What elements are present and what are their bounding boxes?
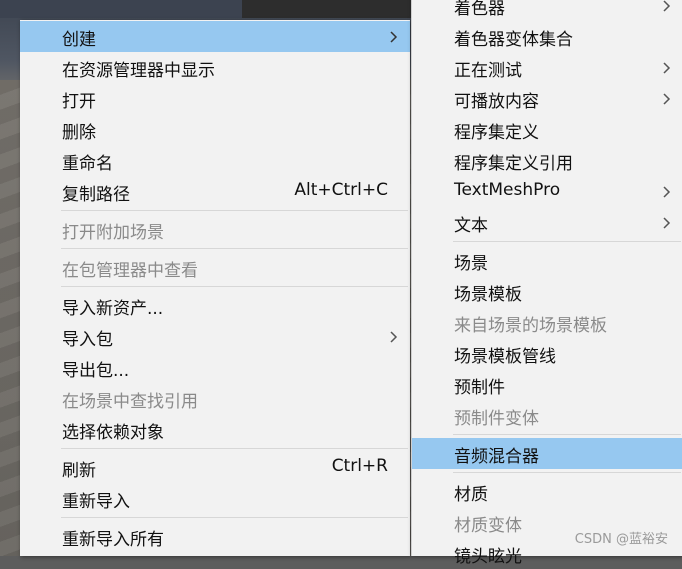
menu-item-label: 重新导入所有 [62, 530, 164, 550]
context-menu: 创建 在资源管理器中显示 打开 删除 重命名 复制路径 Alt+Ctrl+C 打… [20, 20, 410, 556]
menu-item-refresh[interactable]: 刷新 Ctrl+R [20, 452, 410, 483]
menu-item-label: 材质变体 [454, 516, 522, 536]
submenu-item-scene-template-pipeline[interactable]: 场景模板管线 [412, 338, 682, 369]
submenu-item-text[interactable]: 文本 [412, 207, 682, 238]
scene-toolbar-strip [0, 0, 242, 18]
menu-item-label: 文本 [454, 216, 488, 236]
menu-item-label: 在资源管理器中显示 [62, 61, 215, 81]
menu-item-label: 删除 [62, 123, 96, 143]
menu-item-label: 可播放内容 [454, 92, 539, 112]
menu-separator [453, 472, 681, 473]
menu-item-label: 导入包 [62, 330, 113, 350]
menu-item-label: 在包管理器中查看 [62, 261, 198, 281]
submenu-item-scene-template-from-scene[interactable]: 来自场景的场景模板 [412, 307, 682, 338]
watermark-text: CSDN @蓝裕安 [574, 532, 668, 547]
submenu-item-shader-variant-collection[interactable]: 着色器变体集合 [412, 21, 682, 52]
menu-separator [61, 448, 408, 449]
menu-separator [61, 517, 408, 518]
submenu-item-scene[interactable]: 场景 [412, 245, 682, 276]
menu-item-label: 材质 [454, 485, 488, 505]
submenu-item-playables[interactable]: 可播放内容 [412, 83, 682, 114]
menu-item-open-additive-scene[interactable]: 打开附加场景 [20, 214, 410, 245]
submenu-item-textmeshpro[interactable]: TextMeshPro [412, 176, 682, 207]
chevron-right-icon [659, 185, 673, 199]
menu-separator [453, 241, 681, 242]
menu-item-label: 程序集定义 [454, 123, 539, 143]
chevron-right-icon [659, 61, 673, 75]
submenu-item-scene-template[interactable]: 场景模板 [412, 276, 682, 307]
scene-toolbar-strip-dark [242, 0, 422, 18]
menu-item-label: 预制件 [454, 378, 505, 398]
menu-item-label: 打开附加场景 [62, 223, 164, 243]
submenu-item-prefab-variant[interactable]: 预制件变体 [412, 400, 682, 431]
menu-item-select-dependencies[interactable]: 选择依赖对象 [20, 414, 410, 445]
menu-item-create[interactable]: 创建 [20, 21, 410, 52]
submenu-item-prefab[interactable]: 预制件 [412, 369, 682, 400]
menu-item-label: 重命名 [62, 154, 113, 174]
menu-item-label: 场景模板 [454, 285, 522, 305]
menu-item-label: 预制件变体 [454, 409, 539, 429]
menu-item-copy-path[interactable]: 复制路径 Alt+Ctrl+C [20, 176, 410, 207]
menu-item-label: 在场景中查找引用 [62, 392, 198, 412]
menu-item-import-new-asset[interactable]: 导入新资产... [20, 290, 410, 321]
menu-item-label: 创建 [62, 30, 96, 50]
menu-item-view-in-package-manager[interactable]: 在包管理器中查看 [20, 252, 410, 283]
menu-item-label: 重新导入 [62, 492, 130, 512]
menu-separator [453, 434, 681, 435]
menu-separator [61, 286, 408, 287]
shortcut-label: Ctrl+R [331, 456, 388, 476]
chevron-right-icon [659, 92, 673, 106]
submenu-item-material[interactable]: 材质 [412, 476, 682, 507]
menu-item-reimport[interactable]: 重新导入 [20, 483, 410, 514]
menu-item-label: TextMeshPro [454, 180, 561, 200]
menu-item-label: 着色器 [454, 0, 505, 19]
menu-item-label: 正在测试 [454, 61, 522, 81]
menu-separator [61, 210, 408, 211]
menu-item-label: 镜头眩光 [454, 547, 522, 567]
submenu-item-shader[interactable]: 着色器 [412, 0, 682, 21]
menu-item-label: 音频混合器 [454, 447, 539, 467]
menu-item-label: 导入新资产... [62, 299, 164, 319]
submenu-item-assembly-definition[interactable]: 程序集定义 [412, 114, 682, 145]
menu-item-label: 着色器变体集合 [454, 30, 573, 50]
menu-item-label: 来自场景的场景模板 [454, 316, 607, 336]
menu-item-label: 选择依赖对象 [62, 423, 164, 443]
submenu-item-testing[interactable]: 正在测试 [412, 52, 682, 83]
menu-item-label: 导出包... [62, 361, 130, 381]
menu-item-label: 刷新 [62, 461, 96, 481]
menu-item-rename[interactable]: 重命名 [20, 145, 410, 176]
menu-item-find-references-in-scene[interactable]: 在场景中查找引用 [20, 383, 410, 414]
menu-item-export-package[interactable]: 导出包... [20, 352, 410, 383]
menu-separator [61, 248, 408, 249]
create-submenu: 着色器 着色器变体集合 正在测试 可播放内容 程序集定义 程序集定义引用 Tex… [411, 0, 682, 567]
shortcut-label: Alt+Ctrl+C [294, 180, 388, 200]
chevron-right-icon [386, 30, 400, 44]
menu-item-show-in-explorer[interactable]: 在资源管理器中显示 [20, 52, 410, 83]
submenu-item-assembly-definition-reference[interactable]: 程序集定义引用 [412, 145, 682, 176]
submenu-item-audio-mixer[interactable]: 音频混合器 [412, 438, 682, 469]
menu-item-import-package[interactable]: 导入包 [20, 321, 410, 352]
menu-item-label: 场景模板管线 [454, 347, 556, 367]
chevron-right-icon [659, 0, 673, 13]
menu-item-open[interactable]: 打开 [20, 83, 410, 114]
chevron-right-icon [659, 216, 673, 230]
menu-item-reimport-all[interactable]: 重新导入所有 [20, 521, 410, 552]
menu-item-label: 复制路径 [62, 185, 130, 205]
menu-item-label: 打开 [62, 92, 96, 112]
menu-item-label: 程序集定义引用 [454, 154, 573, 174]
menu-item-delete[interactable]: 删除 [20, 114, 410, 145]
chevron-right-icon [386, 330, 400, 344]
menu-item-label: 场景 [454, 254, 488, 274]
